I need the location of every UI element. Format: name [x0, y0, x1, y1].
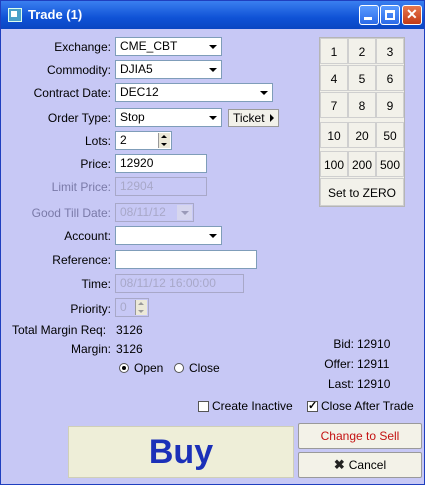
- close-icon: ✖: [333, 457, 345, 472]
- app-icon: [8, 8, 22, 22]
- key-7[interactable]: 7: [320, 92, 348, 118]
- spinner-icon[interactable]: [158, 133, 170, 148]
- priority-label: Priority:: [70, 302, 111, 316]
- account-label: Account:: [64, 229, 111, 243]
- priority-value: 0: [120, 300, 127, 314]
- spinner-icon[interactable]: [135, 300, 147, 315]
- create-inactive-checkbox[interactable]: [198, 401, 209, 412]
- time-label: Time:: [81, 277, 111, 291]
- close-radio[interactable]: [174, 363, 184, 373]
- key-6[interactable]: 6: [376, 65, 404, 91]
- account-select[interactable]: [115, 226, 222, 245]
- close-label[interactable]: Close: [189, 361, 220, 375]
- reference-input[interactable]: [115, 250, 257, 269]
- chevron-down-icon[interactable]: [205, 39, 220, 54]
- exchange-value: CME_CBT: [120, 39, 178, 53]
- ticket-button[interactable]: Ticket: [228, 109, 279, 127]
- cancel-label: Cancel: [348, 458, 387, 472]
- chevron-down-icon[interactable]: [177, 205, 192, 220]
- chevron-down-icon[interactable]: [256, 85, 271, 100]
- exchange-select[interactable]: CME_CBT: [115, 37, 222, 56]
- trade-window: Trade (1) Exchange: CME_CBT Commodity: D…: [0, 0, 425, 485]
- bid-label: Bid:: [333, 337, 354, 351]
- titlebar[interactable]: Trade (1): [1, 1, 424, 29]
- chevron-down-icon[interactable]: [205, 228, 220, 243]
- order-type-label: Order Type:: [47, 111, 111, 125]
- bid-value: 12910: [357, 337, 391, 351]
- priority-stepper[interactable]: 0: [115, 298, 149, 317]
- good-till-date-select[interactable]: 08/11/12: [115, 203, 194, 222]
- key-200[interactable]: 200: [348, 151, 376, 177]
- lots-value: 2: [120, 133, 127, 147]
- key-20[interactable]: 20: [348, 122, 376, 148]
- key-8[interactable]: 8: [348, 92, 376, 118]
- lots-stepper[interactable]: 2: [115, 131, 172, 150]
- minimize-button[interactable]: [359, 5, 379, 25]
- close-after-trade-checkbox[interactable]: [307, 399, 318, 412]
- margin-label: Margin:: [70, 342, 111, 356]
- open-radio[interactable]: [119, 363, 129, 373]
- commodity-select[interactable]: DJIA5: [115, 60, 222, 79]
- close-after-trade-label[interactable]: Close After Trade: [321, 399, 414, 413]
- chevron-down-icon[interactable]: [205, 110, 220, 125]
- maximize-button[interactable]: [380, 5, 400, 25]
- commodity-value: DJIA5: [120, 62, 153, 76]
- exchange-label: Exchange:: [54, 40, 111, 54]
- offer-value: 12911: [357, 357, 390, 371]
- open-label[interactable]: Open: [134, 361, 163, 375]
- key-10[interactable]: 10: [320, 122, 348, 148]
- total-margin-label: Total Margin Req:: [12, 323, 107, 337]
- key-2[interactable]: 2: [348, 38, 376, 64]
- contract-date-select[interactable]: DEC12: [115, 83, 273, 102]
- limit-price-input[interactable]: 12904: [115, 177, 207, 196]
- buy-button[interactable]: Buy: [68, 426, 294, 478]
- chevron-down-icon[interactable]: [205, 62, 220, 77]
- cancel-button[interactable]: ✖ Cancel: [298, 452, 422, 478]
- contract-date-label: Contract Date:: [33, 86, 111, 100]
- key-4[interactable]: 4: [320, 65, 348, 91]
- good-till-date-label: Good Till Date:: [31, 206, 111, 220]
- key-1[interactable]: 1: [320, 38, 348, 64]
- quantity-keypad: 1 2 3 4 5 6 7 8 9 10 20 50 100 200 500 S…: [319, 37, 405, 207]
- price-input[interactable]: 12920: [115, 154, 207, 173]
- order-type-select[interactable]: Stop: [115, 108, 222, 127]
- good-till-date-value: 08/11/12: [120, 205, 166, 219]
- last-value: 12910: [357, 377, 391, 391]
- margin-value: 3126: [116, 342, 143, 356]
- time-input[interactable]: 08/11/12 16:00:00: [115, 274, 244, 293]
- create-inactive-label[interactable]: Create Inactive: [212, 399, 293, 413]
- close-window-button[interactable]: [402, 5, 422, 25]
- window-title: Trade (1): [28, 7, 83, 22]
- chevron-right-icon: [270, 114, 274, 122]
- lots-label: Lots:: [84, 134, 111, 148]
- order-type-value: Stop: [120, 110, 145, 124]
- limit-price-label: Limit Price:: [51, 180, 111, 194]
- key-5[interactable]: 5: [348, 65, 376, 91]
- total-margin-value: 3126: [116, 323, 143, 337]
- contract-date-value: DEC12: [120, 85, 159, 99]
- price-label: Price:: [80, 157, 111, 171]
- reference-label: Reference:: [52, 253, 111, 267]
- commodity-label: Commodity:: [46, 63, 111, 77]
- set-to-zero-button[interactable]: Set to ZERO: [320, 178, 404, 206]
- change-to-sell-button[interactable]: Change to Sell: [298, 423, 422, 449]
- key-3[interactable]: 3: [376, 38, 404, 64]
- offer-label: Offer:: [324, 357, 354, 371]
- last-label: Last:: [327, 377, 354, 391]
- key-500[interactable]: 500: [376, 151, 404, 177]
- ticket-label: Ticket: [233, 111, 265, 125]
- key-9[interactable]: 9: [376, 92, 404, 118]
- key-100[interactable]: 100: [320, 151, 348, 177]
- key-50[interactable]: 50: [376, 122, 404, 148]
